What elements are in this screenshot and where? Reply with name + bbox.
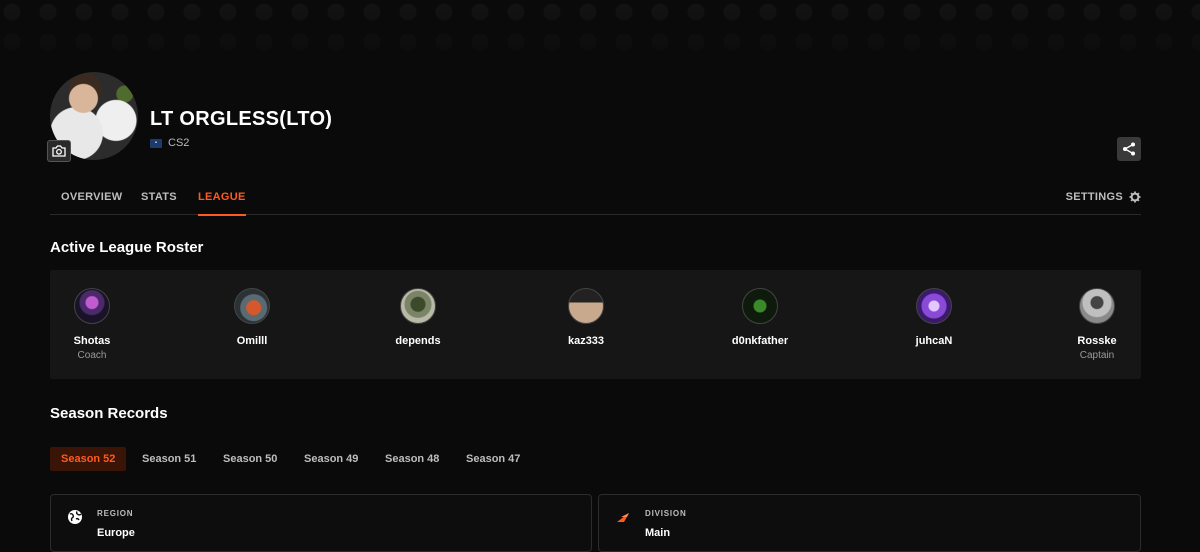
member-avatar bbox=[568, 288, 604, 324]
roster-member[interactable]: Shotas Coach bbox=[47, 288, 137, 361]
tab-stats[interactable]: STATS bbox=[141, 178, 177, 215]
season-records-title: Season Records bbox=[50, 405, 168, 422]
division-label: DIVISION bbox=[645, 509, 687, 518]
change-avatar-button[interactable] bbox=[47, 140, 71, 162]
member-name: Omilll bbox=[236, 335, 268, 347]
roster-member[interactable]: d0nkfather bbox=[715, 288, 805, 350]
gear-icon bbox=[1129, 191, 1141, 202]
member-name: juhcaN bbox=[915, 335, 953, 347]
member-avatar bbox=[234, 288, 270, 324]
settings-button[interactable]: SETTINGS bbox=[1066, 178, 1141, 215]
division-icon bbox=[617, 513, 629, 522]
roster-member[interactable]: Rosske Captain bbox=[1052, 288, 1142, 361]
region-value: Europe bbox=[97, 527, 135, 539]
game-info: ▪ CS2 bbox=[150, 137, 189, 149]
division-value: Main bbox=[645, 527, 671, 539]
settings-label: SETTINGS bbox=[1065, 190, 1123, 203]
season-tab[interactable]: Season 49 bbox=[293, 447, 369, 471]
member-name: Rosske bbox=[1077, 335, 1117, 347]
tab-league[interactable]: LEAGUE bbox=[198, 178, 246, 216]
roster-member[interactable]: juhcaN bbox=[889, 288, 979, 350]
team-avatar-wrapper bbox=[47, 72, 138, 162]
division-card: DIVISION Main bbox=[598, 494, 1141, 552]
banner-fade bbox=[0, 0, 1200, 70]
member-avatar bbox=[1079, 288, 1115, 324]
season-tab[interactable]: Season 48 bbox=[374, 447, 450, 471]
season-tab[interactable]: Season 50 bbox=[212, 447, 288, 471]
member-avatar bbox=[742, 288, 778, 324]
season-tab[interactable]: Season 51 bbox=[131, 447, 207, 471]
member-name: Shotas bbox=[73, 335, 111, 347]
camera-icon bbox=[52, 145, 66, 157]
team-tabs: OVERVIEW STATS LEAGUE SETTINGS bbox=[50, 178, 1141, 216]
member-avatar bbox=[74, 288, 110, 324]
tab-overview[interactable]: OVERVIEW bbox=[61, 178, 123, 215]
roster-member[interactable]: kaz333 bbox=[541, 288, 631, 350]
member-avatar bbox=[916, 288, 952, 324]
member-name: depends bbox=[395, 335, 441, 347]
roster-panel: Shotas Coach Omilll depends kaz333 d0nkf… bbox=[50, 270, 1141, 379]
member-name: kaz333 bbox=[567, 335, 605, 347]
team-name: LT ORGLESS(LTO) bbox=[150, 108, 333, 130]
region-card: REGION Europe bbox=[50, 494, 592, 552]
season-tab[interactable]: Season 52 bbox=[50, 447, 127, 471]
share-icon bbox=[1123, 142, 1135, 156]
member-name: d0nkfather bbox=[731, 335, 789, 347]
globe-icon bbox=[68, 510, 82, 524]
member-role: Captain bbox=[1079, 350, 1115, 361]
season-tab[interactable]: Season 47 bbox=[455, 447, 531, 471]
roster-title: Active League Roster bbox=[50, 239, 204, 256]
share-button[interactable] bbox=[1117, 137, 1141, 161]
roster-member[interactable]: Omilll bbox=[207, 288, 297, 350]
roster-member[interactable]: depends bbox=[373, 288, 463, 350]
member-role: Coach bbox=[77, 350, 107, 361]
game-label: CS2 bbox=[168, 137, 190, 149]
member-avatar bbox=[400, 288, 436, 324]
region-label: REGION bbox=[97, 509, 134, 518]
cs2-game-icon: ▪ bbox=[150, 138, 162, 148]
